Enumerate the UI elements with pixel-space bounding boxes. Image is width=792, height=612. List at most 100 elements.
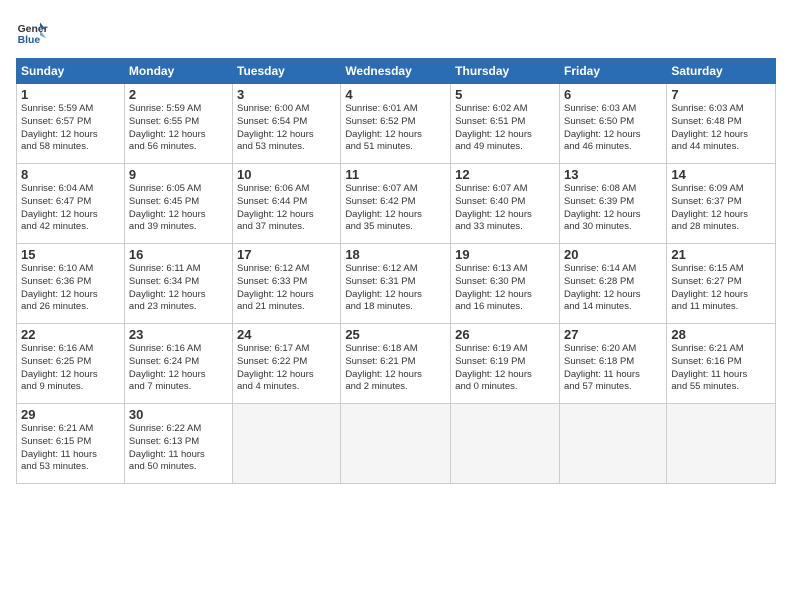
calendar-day-cell: 6Sunrise: 6:03 AMSunset: 6:50 PMDaylight…	[559, 84, 666, 164]
calendar-day-cell: 1Sunrise: 5:59 AMSunset: 6:57 PMDaylight…	[17, 84, 125, 164]
calendar-day-cell: 25Sunrise: 6:18 AMSunset: 6:21 PMDayligh…	[341, 324, 451, 404]
day-number: 16	[129, 247, 228, 262]
calendar-week-row: 1Sunrise: 5:59 AMSunset: 6:57 PMDaylight…	[17, 84, 776, 164]
calendar-day-cell: 24Sunrise: 6:17 AMSunset: 6:22 PMDayligh…	[233, 324, 341, 404]
day-info: Sunrise: 6:17 AMSunset: 6:22 PMDaylight:…	[237, 343, 336, 394]
calendar-day-cell: 23Sunrise: 6:16 AMSunset: 6:24 PMDayligh…	[124, 324, 232, 404]
calendar-day-cell: 26Sunrise: 6:19 AMSunset: 6:19 PMDayligh…	[451, 324, 560, 404]
calendar-day-cell: 19Sunrise: 6:13 AMSunset: 6:30 PMDayligh…	[451, 244, 560, 324]
day-info: Sunrise: 6:05 AMSunset: 6:45 PMDaylight:…	[129, 183, 228, 234]
calendar-day-cell: 30Sunrise: 6:22 AMSunset: 6:13 PMDayligh…	[124, 404, 232, 484]
calendar-day-cell: 22Sunrise: 6:16 AMSunset: 6:25 PMDayligh…	[17, 324, 125, 404]
calendar-day-cell	[667, 404, 776, 484]
day-info: Sunrise: 6:08 AMSunset: 6:39 PMDaylight:…	[564, 183, 662, 234]
day-info: Sunrise: 6:13 AMSunset: 6:30 PMDaylight:…	[455, 263, 555, 314]
calendar-day-cell	[341, 404, 451, 484]
calendar-week-row: 22Sunrise: 6:16 AMSunset: 6:25 PMDayligh…	[17, 324, 776, 404]
day-number: 3	[237, 87, 336, 102]
day-number: 11	[345, 167, 446, 182]
weekday-header: Saturday	[667, 59, 776, 84]
calendar-day-cell: 27Sunrise: 6:20 AMSunset: 6:18 PMDayligh…	[559, 324, 666, 404]
logo-icon: General Blue	[16, 16, 48, 48]
calendar-day-cell: 16Sunrise: 6:11 AMSunset: 6:34 PMDayligh…	[124, 244, 232, 324]
day-number: 17	[237, 247, 336, 262]
day-info: Sunrise: 5:59 AMSunset: 6:55 PMDaylight:…	[129, 103, 228, 154]
calendar-day-cell	[233, 404, 341, 484]
day-number: 12	[455, 167, 555, 182]
day-info: Sunrise: 6:03 AMSunset: 6:50 PMDaylight:…	[564, 103, 662, 154]
calendar-day-cell: 17Sunrise: 6:12 AMSunset: 6:33 PMDayligh…	[233, 244, 341, 324]
calendar-week-row: 15Sunrise: 6:10 AMSunset: 6:36 PMDayligh…	[17, 244, 776, 324]
day-number: 6	[564, 87, 662, 102]
day-info: Sunrise: 6:02 AMSunset: 6:51 PMDaylight:…	[455, 103, 555, 154]
day-number: 24	[237, 327, 336, 342]
day-info: Sunrise: 6:21 AMSunset: 6:15 PMDaylight:…	[21, 423, 120, 474]
day-number: 25	[345, 327, 446, 342]
day-info: Sunrise: 6:00 AMSunset: 6:54 PMDaylight:…	[237, 103, 336, 154]
weekday-header: Thursday	[451, 59, 560, 84]
day-number: 19	[455, 247, 555, 262]
calendar-day-cell	[451, 404, 560, 484]
calendar-day-cell: 10Sunrise: 6:06 AMSunset: 6:44 PMDayligh…	[233, 164, 341, 244]
day-number: 15	[21, 247, 120, 262]
calendar-table: SundayMondayTuesdayWednesdayThursdayFrid…	[16, 58, 776, 484]
weekday-header: Sunday	[17, 59, 125, 84]
day-info: Sunrise: 6:16 AMSunset: 6:25 PMDaylight:…	[21, 343, 120, 394]
day-number: 14	[671, 167, 771, 182]
calendar-day-cell: 3Sunrise: 6:00 AMSunset: 6:54 PMDaylight…	[233, 84, 341, 164]
day-number: 7	[671, 87, 771, 102]
weekday-header: Friday	[559, 59, 666, 84]
weekday-header: Wednesday	[341, 59, 451, 84]
calendar-day-cell: 14Sunrise: 6:09 AMSunset: 6:37 PMDayligh…	[667, 164, 776, 244]
day-info: Sunrise: 6:20 AMSunset: 6:18 PMDaylight:…	[564, 343, 662, 394]
calendar-header-row: SundayMondayTuesdayWednesdayThursdayFrid…	[17, 59, 776, 84]
day-number: 8	[21, 167, 120, 182]
day-info: Sunrise: 6:14 AMSunset: 6:28 PMDaylight:…	[564, 263, 662, 314]
logo: General Blue	[16, 16, 48, 48]
day-info: Sunrise: 6:01 AMSunset: 6:52 PMDaylight:…	[345, 103, 446, 154]
day-number: 26	[455, 327, 555, 342]
calendar-day-cell: 2Sunrise: 5:59 AMSunset: 6:55 PMDaylight…	[124, 84, 232, 164]
day-number: 9	[129, 167, 228, 182]
day-info: Sunrise: 6:12 AMSunset: 6:33 PMDaylight:…	[237, 263, 336, 314]
day-number: 28	[671, 327, 771, 342]
day-number: 29	[21, 407, 120, 422]
day-info: Sunrise: 6:18 AMSunset: 6:21 PMDaylight:…	[345, 343, 446, 394]
calendar-day-cell: 15Sunrise: 6:10 AMSunset: 6:36 PMDayligh…	[17, 244, 125, 324]
day-number: 4	[345, 87, 446, 102]
day-info: Sunrise: 6:09 AMSunset: 6:37 PMDaylight:…	[671, 183, 771, 234]
day-number: 1	[21, 87, 120, 102]
day-number: 2	[129, 87, 228, 102]
day-number: 30	[129, 407, 228, 422]
day-info: Sunrise: 6:16 AMSunset: 6:24 PMDaylight:…	[129, 343, 228, 394]
calendar-day-cell: 20Sunrise: 6:14 AMSunset: 6:28 PMDayligh…	[559, 244, 666, 324]
calendar-day-cell: 21Sunrise: 6:15 AMSunset: 6:27 PMDayligh…	[667, 244, 776, 324]
day-number: 21	[671, 247, 771, 262]
calendar-day-cell: 8Sunrise: 6:04 AMSunset: 6:47 PMDaylight…	[17, 164, 125, 244]
calendar-day-cell	[559, 404, 666, 484]
day-info: Sunrise: 6:21 AMSunset: 6:16 PMDaylight:…	[671, 343, 771, 394]
page-header: General Blue	[16, 16, 776, 48]
calendar-day-cell: 7Sunrise: 6:03 AMSunset: 6:48 PMDaylight…	[667, 84, 776, 164]
day-info: Sunrise: 6:22 AMSunset: 6:13 PMDaylight:…	[129, 423, 228, 474]
calendar-day-cell: 5Sunrise: 6:02 AMSunset: 6:51 PMDaylight…	[451, 84, 560, 164]
day-number: 27	[564, 327, 662, 342]
svg-text:General: General	[18, 24, 48, 35]
calendar-week-row: 8Sunrise: 6:04 AMSunset: 6:47 PMDaylight…	[17, 164, 776, 244]
day-info: Sunrise: 6:03 AMSunset: 6:48 PMDaylight:…	[671, 103, 771, 154]
day-info: Sunrise: 6:07 AMSunset: 6:42 PMDaylight:…	[345, 183, 446, 234]
calendar-day-cell: 12Sunrise: 6:07 AMSunset: 6:40 PMDayligh…	[451, 164, 560, 244]
calendar-day-cell: 28Sunrise: 6:21 AMSunset: 6:16 PMDayligh…	[667, 324, 776, 404]
calendar-body: 1Sunrise: 5:59 AMSunset: 6:57 PMDaylight…	[17, 84, 776, 484]
day-info: Sunrise: 6:06 AMSunset: 6:44 PMDaylight:…	[237, 183, 336, 234]
day-number: 13	[564, 167, 662, 182]
calendar-day-cell: 13Sunrise: 6:08 AMSunset: 6:39 PMDayligh…	[559, 164, 666, 244]
weekday-header: Monday	[124, 59, 232, 84]
weekday-header: Tuesday	[233, 59, 341, 84]
day-number: 5	[455, 87, 555, 102]
day-info: Sunrise: 6:04 AMSunset: 6:47 PMDaylight:…	[21, 183, 120, 234]
day-info: Sunrise: 6:15 AMSunset: 6:27 PMDaylight:…	[671, 263, 771, 314]
day-info: Sunrise: 6:07 AMSunset: 6:40 PMDaylight:…	[455, 183, 555, 234]
calendar-day-cell: 29Sunrise: 6:21 AMSunset: 6:15 PMDayligh…	[17, 404, 125, 484]
day-number: 20	[564, 247, 662, 262]
